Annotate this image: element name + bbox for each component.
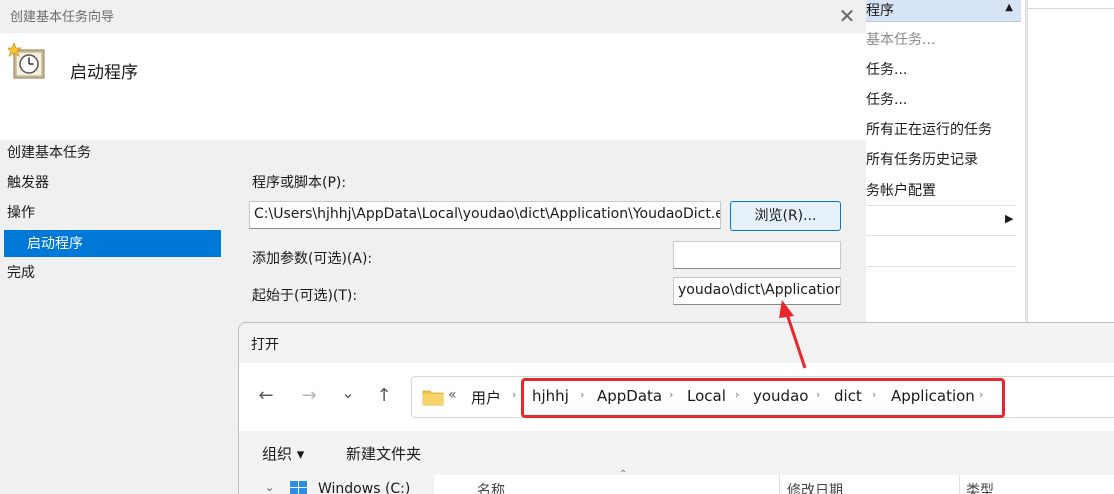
annotation-highlight-box [521, 378, 1005, 418]
scheduled-task-clock-icon [8, 42, 45, 79]
breadcrumb-separator-icon[interactable]: › [512, 388, 516, 401]
forward-arrow-icon[interactable]: → [298, 385, 320, 406]
folder-icon [422, 390, 444, 406]
organize-button[interactable]: 组织 ▾ [262, 443, 304, 464]
add-arguments-label: 添加参数(可选)(A): [252, 251, 373, 267]
sort-caret-icon: ⌃ [619, 469, 628, 480]
overflow-chevron-icon[interactable]: « [448, 387, 457, 403]
program-script-label: 程序或脚本(P): [252, 175, 347, 191]
new-folder-button[interactable]: 新建文件夹 [346, 443, 421, 464]
action-create-basic-task[interactable]: 基本任务... [866, 29, 935, 49]
start-in-label: 起始于(可选)(T): [252, 288, 358, 304]
browse-button[interactable]: 浏览(R)... [730, 201, 841, 231]
back-arrow-icon[interactable]: ← [255, 385, 277, 406]
tree-item-windows-c[interactable]: Windows (C:) [318, 481, 410, 494]
action-task-history[interactable]: 所有任务历史记录 [866, 149, 978, 169]
wizard-page-heading: 启动程序 [70, 63, 138, 83]
wizard-header: 启动程序 [0, 33, 866, 140]
column-divider[interactable] [779, 475, 780, 494]
address-bar[interactable]: « 用户 › hjhhj › AppData › Local › youdao … [411, 376, 1114, 418]
up-arrow-icon[interactable]: ↑ [373, 385, 395, 406]
action-create-task[interactable]: 任务... [866, 59, 907, 79]
recent-locations-chevron-icon[interactable]: ⌄ [337, 383, 359, 402]
add-arguments-input[interactable] [673, 241, 841, 269]
column-header-type[interactable]: 类型 [966, 480, 994, 494]
action-import-task[interactable]: 任务... [866, 89, 907, 109]
navigation-tree: ⌄ Windows (C:) [239, 475, 434, 494]
nav-item-label: 启动程序 [27, 236, 83, 252]
breadcrumb-users[interactable]: 用户 [471, 387, 501, 408]
actions-panel-header-label: 程序 [866, 3, 894, 19]
divider [866, 266, 1016, 267]
wizard-title-bar[interactable]: 创建基本任务向导 ✕ [0, 0, 866, 33]
collapse-up-icon[interactable]: ▲ [1005, 2, 1013, 13]
open-dialog-title: 打开 [251, 337, 279, 353]
divider [866, 205, 1016, 206]
action-show-running-tasks[interactable]: 所有正在运行的任务 [866, 119, 992, 139]
open-file-dialog: 打开 ← → ⌄ ↑ « 用户 › hjhhj › AppData › Loca… [238, 322, 1114, 494]
open-dialog-toolbar: 组织 ▾ 新建文件夹 [239, 431, 1114, 475]
actions-panel-header[interactable]: 程序 ▲ [866, 0, 1021, 22]
column-header-modified[interactable]: 修改日期 [787, 480, 843, 494]
open-dialog-title-bar[interactable]: 打开 [239, 323, 1114, 363]
column-divider[interactable] [959, 475, 960, 494]
windows-drive-icon [290, 481, 307, 494]
open-dialog-nav-bar: ← → ⌄ ↑ « 用户 › hjhhj › AppData › Local ›… [239, 363, 1114, 431]
program-script-input[interactable]: C:\Users\hjhhj\AppData\Local\youdao\dict… [249, 201, 721, 229]
close-icon[interactable]: ✕ [836, 4, 858, 28]
nav-item-action[interactable]: 操作 [7, 202, 35, 222]
nav-item-finish[interactable]: 完成 [7, 262, 35, 282]
wizard-window-title: 创建基本任务向导 [10, 10, 115, 25]
column-header-name[interactable]: 名称 [477, 480, 505, 494]
nav-item-trigger[interactable]: 触发器 [7, 172, 49, 192]
nav-item-start-program[interactable]: 启动程序 [4, 230, 221, 257]
nav-item-create-basic-task[interactable]: 创建基本任务 [7, 142, 91, 162]
annotation-arrow-icon [779, 300, 807, 369]
submenu-arrow-icon[interactable]: ▶ [1005, 212, 1013, 225]
divider [1028, 8, 1114, 9]
divider [866, 235, 1016, 236]
expand-chevron-icon[interactable]: ⌄ [265, 481, 274, 494]
open-dialog-body: ⌄ Windows (C:) ⌃ 名称 修改日期 类型 [239, 469, 1114, 494]
action-account-config[interactable]: 务帐户配置 [866, 180, 936, 200]
